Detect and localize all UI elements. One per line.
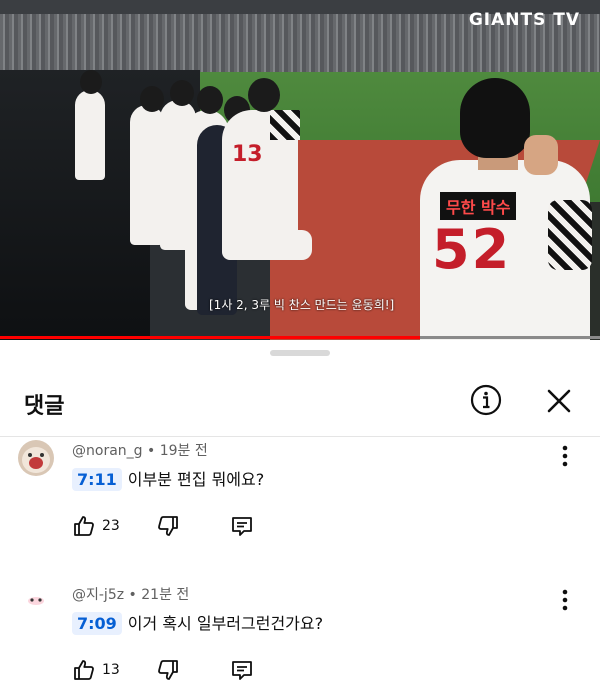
more-vertical-icon — [562, 445, 568, 467]
dislike-button[interactable] — [156, 656, 180, 684]
reply-comment-icon — [232, 517, 252, 536]
progress-bar[interactable] — [0, 336, 600, 339]
comment-author[interactable]: @noran_g — [72, 443, 143, 459]
channel-watermark: GIANTS TV — [468, 10, 580, 30]
comment-meta: @지-j5z • 21분 전 — [72, 584, 189, 604]
player-figure — [222, 230, 312, 260]
player-head — [140, 86, 164, 112]
comment-body: 7:11 이부분 편집 뭐에요? — [72, 466, 264, 491]
clapping-hands — [524, 135, 558, 175]
player-name-overlay: 무한 박수 — [440, 192, 517, 220]
comment-time: 21분 전 — [141, 587, 190, 603]
close-button[interactable] — [544, 386, 574, 416]
avatar[interactable] — [18, 584, 54, 620]
comment-text: 이부분 편집 뭐에요? — [127, 470, 265, 489]
thumbs-down-icon — [158, 660, 178, 680]
video-caption: [1사 2, 3루 빅 찬스 만드는 윤동희!] — [209, 298, 395, 312]
player-sleeve — [270, 110, 300, 140]
comment-body: 7:09 이거 혹시 일부러그런건가요? — [72, 610, 323, 635]
meta-separator: • — [128, 587, 142, 603]
player-head — [80, 70, 102, 94]
comment-time: 19분 전 — [159, 443, 208, 459]
player-head — [170, 80, 194, 106]
reply-button[interactable] — [230, 656, 254, 684]
like-button[interactable]: 13 — [72, 656, 120, 684]
jersey-number-13: 13 — [232, 142, 263, 167]
meta-separator: • — [147, 443, 160, 459]
header-divider — [0, 436, 600, 437]
info-icon — [470, 384, 502, 416]
avatar[interactable] — [18, 440, 54, 476]
like-button[interactable]: 23 — [72, 512, 120, 540]
panel-title: 댓글 — [24, 394, 65, 419]
player-head — [460, 78, 530, 158]
info-button[interactable] — [470, 384, 502, 416]
comment-timestamp-link[interactable]: 7:11 — [72, 468, 122, 491]
comment-menu-button[interactable] — [560, 588, 570, 612]
comment-text: 이거 혹시 일부러그런건가요? — [127, 614, 324, 633]
player-head — [197, 86, 223, 114]
player-figure — [130, 105, 164, 245]
avatar-image — [18, 584, 54, 620]
reply-comment-icon — [232, 661, 252, 680]
comment-timestamp-link[interactable]: 7:09 — [72, 612, 122, 635]
comment-meta: @noran_g • 19분 전 — [72, 440, 208, 460]
thumbs-up-icon — [74, 660, 94, 680]
thumbs-up-icon — [74, 516, 94, 536]
avatar-image — [18, 440, 54, 476]
comments-panel: 댓글 @noran_g • 19분 전 7:11 이부분 편집 뭐에요? 23 … — [0, 340, 600, 699]
close-icon — [547, 389, 571, 413]
reply-button[interactable] — [230, 512, 254, 540]
like-count: 13 — [102, 662, 120, 678]
dislike-button[interactable] — [156, 512, 180, 540]
comment-menu-button[interactable] — [560, 444, 570, 468]
thumbs-down-icon — [158, 516, 178, 536]
player-head — [248, 78, 280, 112]
jersey-number: 52 — [432, 218, 512, 281]
like-count: 23 — [102, 518, 120, 534]
progress-bar-fill — [0, 336, 420, 339]
comment-author[interactable]: @지-j5z — [72, 587, 124, 603]
player-sleeve — [548, 200, 592, 270]
more-vertical-icon — [562, 589, 568, 611]
video-player[interactable]: 13 무한 박수 52 GIANTS TV [1사 2, 3루 빅 찬스 만드는… — [0, 0, 600, 340]
drag-handle[interactable] — [270, 350, 330, 356]
player-figure — [75, 90, 105, 180]
